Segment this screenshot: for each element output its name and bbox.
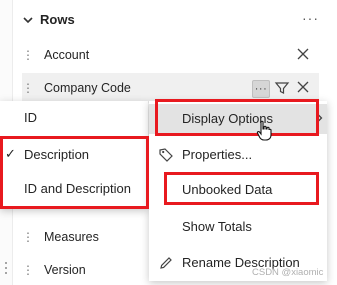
submenu-item-id[interactable]: ID [0, 103, 148, 133]
drag-handle-icon[interactable]: ⋮ [22, 82, 34, 94]
menu-item-properties[interactable]: Properties... [149, 140, 327, 170]
submenu-item-id-and-description[interactable]: ID and Description [0, 174, 148, 204]
submenu-item-label: Description [24, 147, 90, 162]
row-label: Version [44, 263, 86, 277]
edge-dot [5, 267, 7, 269]
menu-item-label: Show Totals [182, 219, 252, 234]
submenu-item-description[interactable]: ✓ Description [0, 140, 148, 170]
submenu-item-label: ID [24, 110, 37, 125]
filter-icon[interactable] [274, 80, 290, 96]
display-options-submenu: ID ✓ Description ID and Description [0, 101, 148, 209]
row-label: Company Code [44, 81, 131, 95]
remove-icon[interactable] [297, 48, 309, 60]
more-options-button[interactable]: ··· [252, 80, 270, 98]
drag-handle-icon[interactable]: ⋮ [22, 264, 34, 276]
context-menu: Display Options Properties... Unbooked D… [149, 101, 327, 281]
drag-handle-icon[interactable]: ⋮ [22, 49, 34, 61]
row-account[interactable]: ⋮ Account [22, 40, 319, 70]
menu-item-label: Unbooked Data [182, 182, 273, 197]
rows-title: Rows [40, 12, 75, 27]
menu-item-display-options[interactable]: Display Options [149, 104, 327, 134]
chevron-down-icon [23, 16, 33, 23]
watermark-text: CSDN @xiaomic [252, 267, 324, 278]
edge-dot [5, 262, 7, 264]
pencil-icon [160, 257, 172, 269]
rows-section-header[interactable]: Rows [22, 12, 75, 27]
tag-icon [159, 148, 173, 162]
menu-item-show-totals[interactable]: Show Totals [149, 212, 327, 242]
hand-cursor-icon [256, 120, 272, 141]
menu-item-label: Properties... [182, 147, 253, 162]
chevron-right-icon [316, 112, 323, 124]
submenu-item-label: ID and Description [24, 181, 131, 196]
row-measures[interactable]: ⋮ Measures [22, 222, 142, 252]
checkmark-icon: ✓ [5, 146, 16, 161]
row-label: Account [44, 48, 90, 62]
drag-handle-icon[interactable]: ⋮ [22, 231, 34, 243]
remove-icon[interactable] [297, 81, 309, 93]
row-company-code[interactable]: ⋮ Company Code ··· [22, 73, 319, 103]
row-version[interactable]: ⋮ Version [22, 255, 142, 285]
rows-more-icon[interactable]: ··· [302, 10, 319, 26]
row-label: Measures [44, 230, 99, 244]
edge-dot [5, 272, 7, 274]
menu-item-unbooked-data[interactable]: Unbooked Data [149, 175, 327, 205]
